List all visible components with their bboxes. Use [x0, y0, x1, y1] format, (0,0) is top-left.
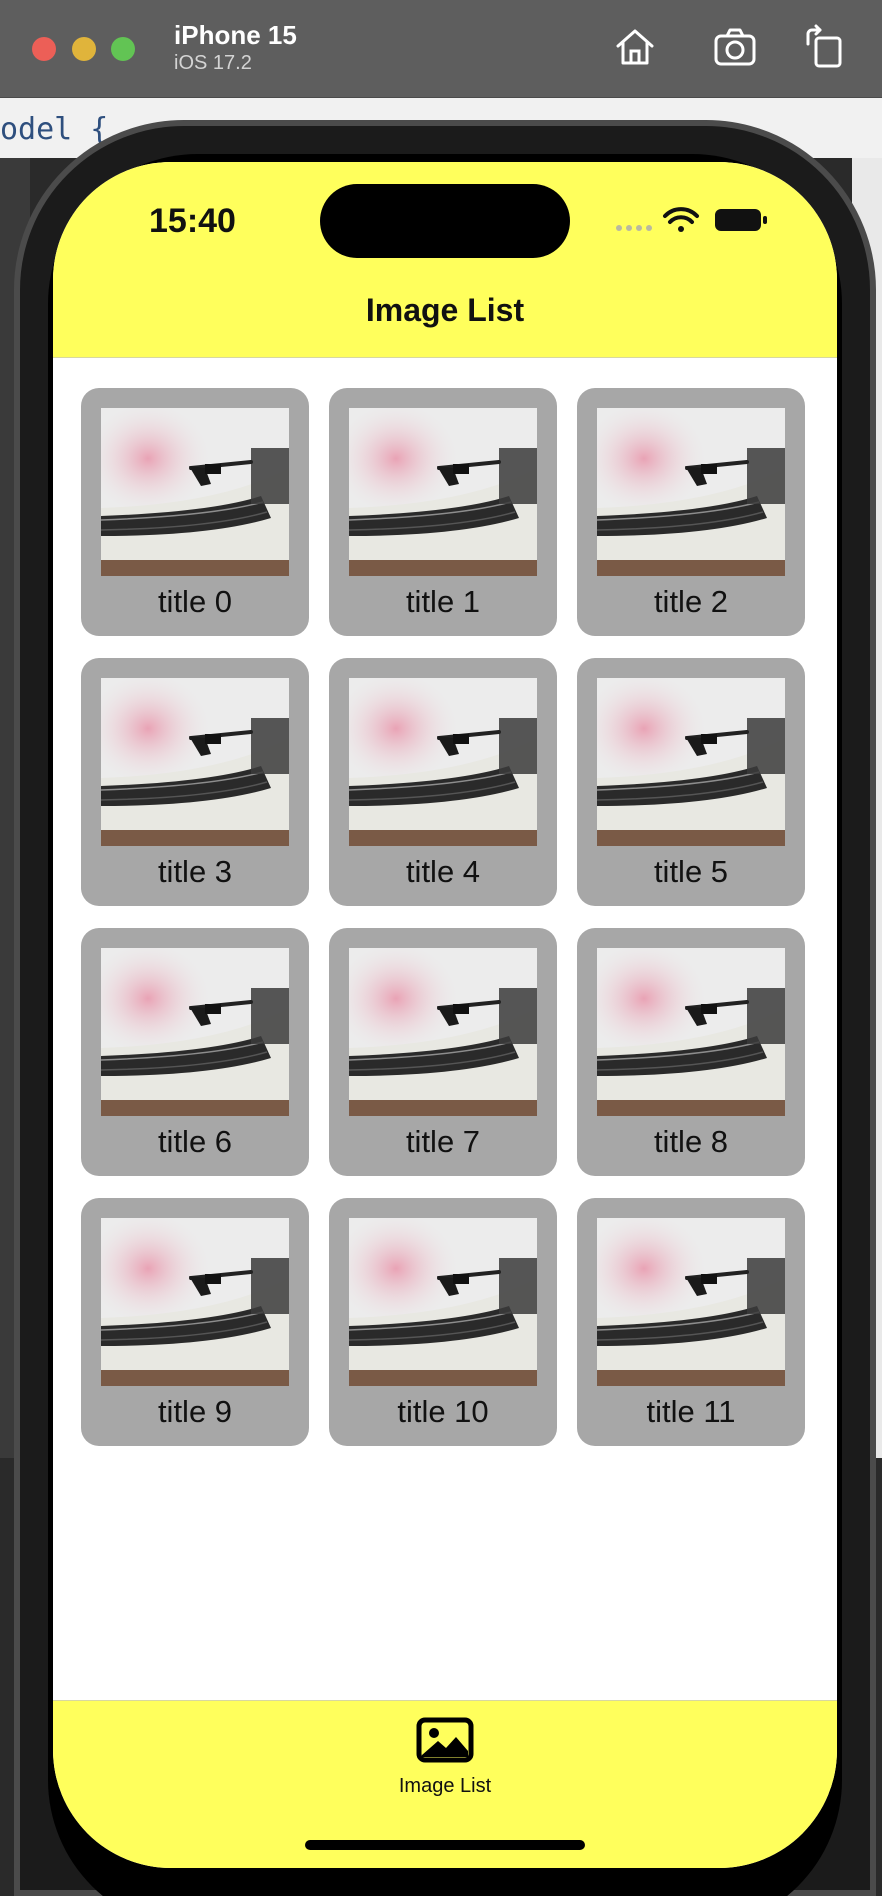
simulator-title-bar: iPhone 15 iOS 17.2 — [0, 0, 882, 98]
battery-icon — [715, 209, 767, 231]
record-player-image — [349, 678, 537, 846]
wifi-icon — [663, 207, 699, 232]
os-version: iOS 17.2 — [174, 52, 252, 74]
card-title: title 5 — [653, 854, 729, 889]
screenshot-icon[interactable] — [712, 24, 758, 70]
minimize-window-button[interactable] — [72, 37, 96, 61]
status-time: 15:40 — [149, 202, 236, 240]
image-card[interactable]: title 4 — [329, 658, 557, 906]
image-card[interactable]: title 3 — [81, 658, 309, 906]
record-player-image — [597, 948, 785, 1116]
status-icons — [616, 207, 767, 232]
image-card[interactable]: title 7 — [329, 928, 557, 1176]
image-card[interactable]: title 10 — [329, 1198, 557, 1446]
record-player-image — [101, 408, 289, 576]
navigation-bar: 15:40 Image List — [53, 162, 837, 358]
card-title: title 2 — [653, 584, 729, 619]
card-title: title 10 — [397, 1394, 489, 1429]
card-title: title 6 — [157, 1124, 233, 1159]
image-card[interactable]: title 5 — [577, 658, 805, 906]
image-card[interactable]: title 9 — [81, 1198, 309, 1446]
record-player-image — [101, 948, 289, 1116]
record-player-image — [349, 948, 537, 1116]
device-name: iPhone 15 — [174, 20, 297, 50]
image-card[interactable]: title 2 — [577, 388, 805, 636]
tab-image-list[interactable]: Image List — [345, 1715, 545, 1805]
record-player-image — [597, 1218, 785, 1386]
device-screen: 15:40 Image List title 0 title 1 title 2 ti… — [53, 162, 837, 1868]
page-title: Image List — [365, 292, 525, 328]
background-code-text: odel { — [0, 112, 109, 147]
card-title: title 9 — [157, 1394, 233, 1429]
home-icon[interactable] — [612, 24, 658, 70]
cellular-icon — [616, 225, 652, 231]
card-title: title 0 — [157, 584, 233, 619]
tab-label: Image List — [398, 1775, 492, 1797]
image-card[interactable]: title 1 — [329, 388, 557, 636]
image-card[interactable]: title 0 — [81, 388, 309, 636]
image-card[interactable]: title 8 — [577, 928, 805, 1176]
image-card[interactable]: title 6 — [81, 928, 309, 1176]
card-title: title 4 — [405, 854, 481, 889]
card-title: title 1 — [405, 584, 481, 619]
record-player-image — [597, 678, 785, 846]
zoom-window-button[interactable] — [111, 37, 135, 61]
record-player-image — [597, 408, 785, 576]
dynamic-island — [320, 184, 570, 258]
home-indicator[interactable] — [305, 1840, 585, 1850]
card-title: title 3 — [157, 854, 233, 889]
rotate-icon[interactable] — [802, 24, 848, 70]
record-player-image — [349, 1218, 537, 1386]
card-title: title 11 — [646, 1394, 736, 1429]
card-title: title 8 — [653, 1124, 729, 1159]
record-player-image — [101, 1218, 289, 1386]
card-title: title 7 — [405, 1124, 481, 1159]
photo-icon — [416, 1717, 474, 1763]
image-grid: title 0 title 1 title 2 title 3 title 4 title… — [81, 388, 809, 1446]
image-card[interactable]: title 11 — [577, 1198, 805, 1446]
record-player-image — [101, 678, 289, 846]
close-window-button[interactable] — [32, 37, 56, 61]
record-player-image — [349, 408, 537, 576]
